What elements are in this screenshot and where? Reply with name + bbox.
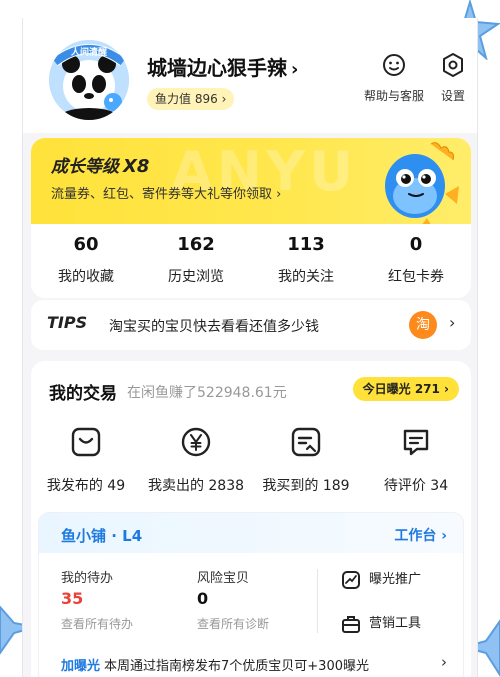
trend-up-icon [342, 570, 360, 589]
support-smiley-icon [383, 54, 405, 76]
tips-text: 淘宝买的宝贝快去看看还值多少钱 [109, 319, 319, 335]
stat-favorites[interactable]: 60 我的收藏 [31, 234, 141, 286]
todo-title: 我的待办 [61, 571, 114, 586]
stat-label: 历史浏览 [168, 269, 224, 285]
settings-button[interactable]: 设置 [435, 52, 471, 104]
level-subtitle[interactable]: 流量券、红包、寄件券等大礼等你领取 › [51, 183, 281, 202]
profile-header: 人间清醒 城墙边心狠手辣 › 鱼力值 896 › 帮助与客服 设置 [23, 18, 477, 133]
help-label: 帮助与客服 [363, 89, 424, 103]
chevron-right-icon: › [221, 92, 227, 106]
gear-icon [443, 53, 463, 77]
risk-value: 0 [197, 589, 209, 608]
level-value: X8 [123, 156, 150, 177]
username[interactable]: 城墙边心狠手辣 › [147, 52, 298, 81]
growth-level-card[interactable]: ANYU 成长等级 X8 流量券、红包、寄件券等大礼等你领取 › 60 我的收藏… [31, 138, 471, 298]
trades-title: 我的交易 [49, 384, 117, 404]
trade-label: 我买到的 189 [262, 478, 350, 494]
todo-link[interactable]: 查看所有待办 [61, 615, 133, 632]
exposure-promo-tool[interactable]: 曝光推广 [341, 569, 421, 591]
username-text: 城墙边心狠手辣 [147, 56, 287, 80]
bag-icon [71, 427, 101, 457]
divider [317, 569, 318, 633]
stat-number: 0 [409, 234, 423, 255]
stat-history[interactable]: 162 历史浏览 [141, 234, 251, 286]
tool-label: 曝光推广 [369, 572, 422, 587]
promo-line[interactable]: 加曝光 本周通过指南榜发布7个优质宝贝可+300曝光 [61, 655, 369, 674]
avatar-badge-text: 人间清醒 [70, 46, 107, 58]
receipt-icon [291, 427, 321, 457]
shop-header: 鱼小铺 · L4 工作台 › [39, 513, 463, 553]
risk-title: 风险宝贝 [197, 571, 250, 586]
taobao-app-icon: 淘 [409, 311, 437, 339]
trade-label: 我卖出的 2838 [147, 478, 245, 494]
stat-coupons[interactable]: 0 红包卡券 [361, 234, 471, 286]
risk-link[interactable]: 查看所有诊断 [197, 615, 269, 632]
trade-sold[interactable]: 我卖出的 2838 [141, 425, 251, 495]
stat-label: 我的收藏 [58, 269, 114, 285]
shop-card: 鱼小铺 · L4 工作台 › 我的待办 35 查看所有待办 风险宝贝 0 查看所… [39, 513, 463, 677]
stat-label: 红包卡券 [388, 269, 444, 285]
trade-bought[interactable]: 我买到的 189 [251, 425, 361, 495]
stat-number: 60 [73, 234, 99, 255]
trade-label: 待评价 34 [383, 478, 449, 494]
level-title: 成长等级 X8 [51, 152, 149, 177]
trade-label: 我发布的 49 [46, 478, 126, 494]
fish-mascot-icon [385, 142, 459, 228]
chat-bubble-icon [403, 429, 429, 456]
stats-row: 60 我的收藏 162 历史浏览 113 我的关注 0 红包卡券 [31, 224, 471, 298]
chevron-right-icon: › [291, 59, 299, 80]
panda-avatar-image: 人间清醒 [49, 40, 129, 120]
profile-page: 人间清醒 城墙边心狠手辣 › 鱼力值 896 › 帮助与客服 设置 ANYU 成… [22, 18, 478, 677]
level-title-text: 成长等级 [51, 157, 119, 177]
tips-logo: TIPS [47, 313, 88, 332]
todo-value: 35 [61, 589, 84, 608]
chevron-right-icon: › [276, 187, 282, 202]
tool-label: 营销工具 [369, 616, 422, 631]
shop-name: 鱼小铺 · L4 [61, 527, 143, 545]
tips-banner[interactable]: TIPS 淘宝买的宝贝快去看看还值多少钱 淘 › [31, 300, 471, 350]
chevron-right-icon: › [449, 313, 456, 332]
toolbox-icon [342, 615, 360, 633]
today-exposure-button[interactable]: 今日曝光 271 › [352, 377, 459, 401]
stat-label: 我的关注 [278, 269, 334, 285]
avatar[interactable]: 人间清醒 [49, 40, 129, 120]
workbench-link[interactable]: 工作台 › [394, 525, 447, 545]
stat-number: 113 [287, 234, 325, 255]
marketing-tool[interactable]: 营销工具 [341, 613, 421, 635]
charm-label: 鱼力值 896 [155, 92, 218, 106]
level-banner: ANYU 成长等级 X8 流量券、红包、寄件券等大礼等你领取 › [31, 138, 471, 228]
trade-published[interactable]: 我发布的 49 [31, 425, 141, 495]
chevron-right-icon[interactable]: › [441, 653, 447, 671]
settings-label: 设置 [440, 89, 465, 103]
level-subtitle-text: 流量券、红包、寄件券等大礼等你领取 [51, 187, 273, 202]
promo-text: 本周通过指南榜发布7个优质宝贝可+300曝光 [104, 659, 369, 674]
my-trades-card: 我的交易 在闲鱼赚了522948.61元 今日曝光 271 › 我发布的 49 … [31, 361, 471, 677]
stat-following[interactable]: 113 我的关注 [251, 234, 361, 286]
charm-value-badge[interactable]: 鱼力值 896 › [147, 88, 235, 110]
yen-coin-icon [181, 427, 211, 457]
promo-tag: 加曝光 [61, 659, 101, 674]
help-button[interactable]: 帮助与客服 [361, 52, 427, 104]
stat-number: 162 [177, 234, 215, 255]
earnings-text: 在闲鱼赚了522948.61元 [127, 385, 287, 401]
trade-to-review[interactable]: 待评价 34 [361, 425, 471, 495]
